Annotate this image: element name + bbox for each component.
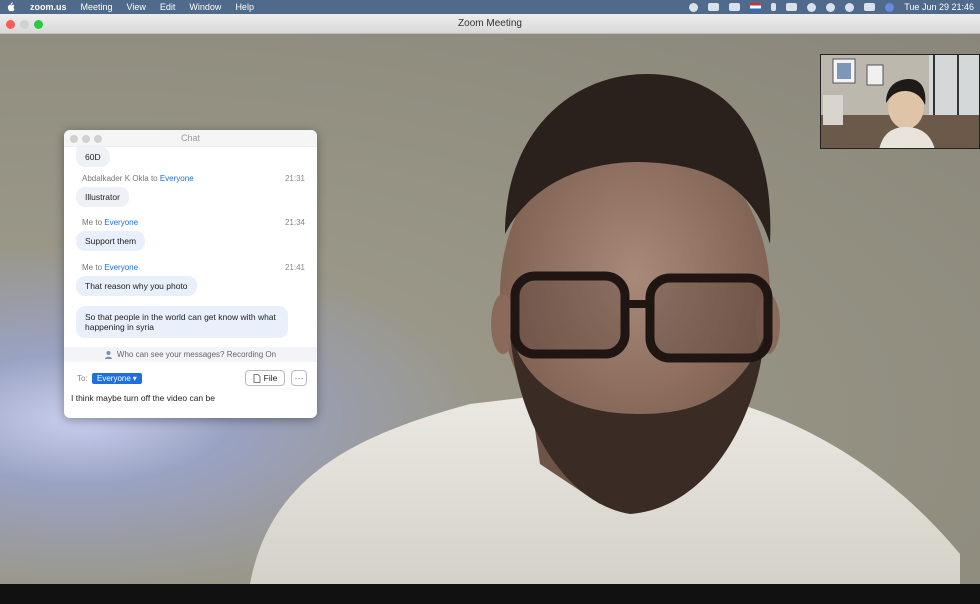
chat-message-bubble: So that people in the world can get know… (76, 306, 288, 338)
chat-window-controls (70, 135, 102, 143)
menu-app-name[interactable]: zoom.us (30, 2, 67, 12)
chat-compose-input[interactable]: I think maybe turn off the video can be (71, 393, 311, 403)
file-button[interactable]: File (245, 370, 285, 386)
chat-panel: Chat 60D Abdalkader K Okla to Everyone 2… (64, 130, 317, 418)
menu-edit[interactable]: Edit (160, 2, 176, 12)
message-recipient: Everyone (104, 263, 139, 272)
chat-message-bubble: That reason why you photo (76, 276, 197, 296)
message-time: 21:34 (284, 218, 305, 227)
bottom-toolbar-strip (0, 584, 980, 604)
chat-zoom-button[interactable] (94, 135, 102, 143)
menu-view[interactable]: View (127, 2, 146, 12)
chat-recipient-row: To: Everyone ▾ File ··· (64, 370, 317, 388)
recipient-dropdown[interactable]: Everyone ▾ (92, 373, 142, 384)
siri-icon[interactable] (885, 2, 895, 12)
chevron-down-icon: ▾ (132, 374, 137, 383)
participant-thumbnail-video[interactable] (820, 54, 980, 149)
menu-help[interactable]: Help (235, 2, 254, 12)
file-button-label: File (263, 373, 278, 383)
menu-bar-status-area: Tue Jun 29 21:46 (689, 0, 974, 14)
message-recipient: Everyone (104, 218, 139, 227)
message-time: 21:41 (284, 263, 305, 272)
apple-logo-icon[interactable] (6, 2, 16, 12)
menu-meeting[interactable]: Meeting (81, 2, 113, 12)
chat-notice-text: Who can see your messages? Recording On (116, 350, 277, 359)
menu-window[interactable]: Window (189, 2, 221, 12)
message-recipient: Everyone (159, 174, 194, 183)
split-view-icon[interactable] (708, 3, 720, 11)
participants-icon (104, 351, 112, 359)
battery-icon[interactable] (786, 3, 798, 11)
chat-title-bar[interactable]: Chat (64, 130, 317, 147)
chat-title: Chat (180, 133, 200, 143)
message-sender: Me (82, 263, 94, 272)
message-to-word: to (95, 218, 103, 227)
spotlight-search-icon[interactable] (845, 2, 855, 12)
menu-bar-clock[interactable]: Tue Jun 29 21:46 (904, 2, 974, 12)
control-center-icon[interactable] (864, 3, 876, 11)
window-controls (6, 20, 43, 29)
user-account-icon[interactable] (826, 2, 836, 12)
keyboard-icon[interactable] (729, 3, 741, 11)
chat-privacy-notice[interactable]: Who can see your messages? Recording On (64, 347, 317, 362)
participant-video-image (821, 55, 979, 148)
chat-minimize-button[interactable] (82, 135, 90, 143)
window-title: Zoom Meeting (458, 18, 522, 29)
to-label: To: (77, 374, 88, 383)
wifi-icon[interactable] (807, 2, 817, 12)
zoom-status-icon[interactable] (689, 2, 699, 12)
input-source-flag-icon[interactable] (750, 3, 762, 11)
chat-close-button[interactable] (70, 135, 78, 143)
recipient-dropdown-value: Everyone (97, 374, 131, 383)
bluetooth-icon[interactable] (771, 3, 777, 11)
more-options-button[interactable]: ··· (291, 370, 307, 386)
chat-message-bubble: 60D (76, 147, 110, 167)
message-sender: Me (82, 218, 94, 227)
message-to-word: to (150, 174, 158, 183)
message-to-word: to (95, 263, 103, 272)
chat-message-header: Abdalkader K Okla to Everyone (82, 174, 194, 183)
message-time: 21:31 (284, 174, 305, 183)
chat-message-bubble: Illustrator (76, 187, 129, 207)
message-sender: Abdalkader K Okla (82, 174, 149, 183)
close-window-button[interactable] (6, 20, 15, 29)
chat-message-list[interactable]: 60D Abdalkader K Okla to Everyone 21:31 … (64, 147, 317, 347)
chat-message-header: Me to Everyone (82, 263, 138, 272)
chat-message-bubble: Support them (76, 231, 146, 251)
fullscreen-window-button[interactable] (34, 20, 43, 29)
minimize-window-button[interactable] (20, 20, 29, 29)
file-icon (253, 373, 261, 383)
window-title-bar: Zoom Meeting (0, 14, 980, 34)
chat-message-header: Me to Everyone (82, 218, 138, 227)
mac-menu-bar: zoom.us Meeting View Edit Window Help Tu… (0, 0, 980, 14)
